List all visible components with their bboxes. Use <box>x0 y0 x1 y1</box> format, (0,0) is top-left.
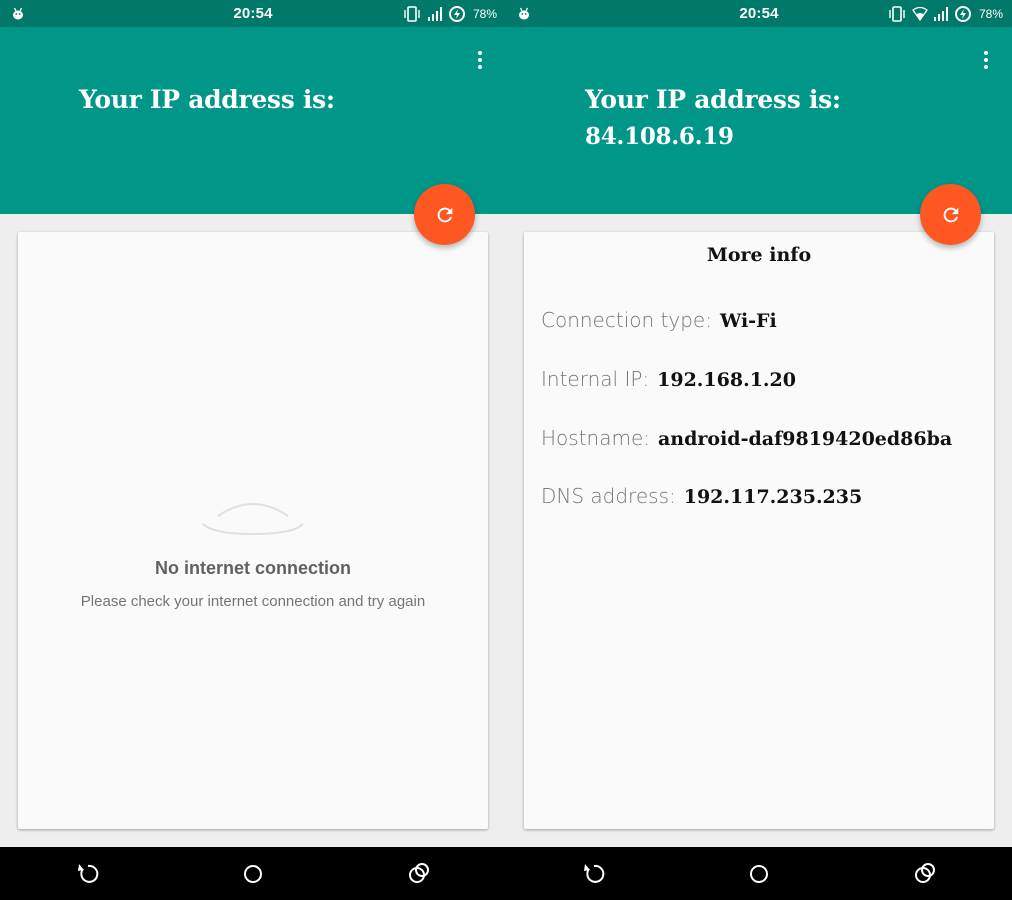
recents-icon[interactable] <box>406 861 432 887</box>
info-label: Hostname: <box>541 426 650 450</box>
battery-percent: 78% <box>472 7 497 21</box>
more-vert-icon[interactable] <box>980 49 992 71</box>
status-bar: 20:54 78% <box>0 0 506 27</box>
more-vert-icon[interactable] <box>474 49 486 71</box>
back-icon[interactable] <box>581 861 607 887</box>
signal-icon <box>427 7 442 21</box>
navigation-bar <box>506 847 1012 900</box>
vibrate-icon <box>404 6 420 22</box>
screen-ip-info: 20:54 78% Your IP address is: 84.108.6.1… <box>506 0 1012 900</box>
refresh-icon <box>437 207 452 222</box>
back-icon[interactable] <box>75 861 101 887</box>
info-row-dns-address: DNS address: 192.117.235.235 <box>541 484 862 508</box>
home-icon[interactable] <box>240 861 266 887</box>
info-row-hostname: Hostname: android-daf9819420ed86ba <box>541 426 952 450</box>
refresh-button[interactable] <box>414 184 475 245</box>
info-row-connection-type: Connection type: Wi-Fi <box>541 308 777 332</box>
info-label: Internal IP: <box>541 367 650 391</box>
vibrate-icon <box>889 6 905 22</box>
info-row-internal-ip: Internal IP: 192.168.1.20 <box>541 367 796 391</box>
error-card: No internet connection Please check your… <box>18 232 488 829</box>
navigation-bar <box>0 847 506 900</box>
more-info-card: More info Connection type: Wi-Fi Internal… <box>524 232 994 829</box>
info-label: Connection type: <box>541 308 712 332</box>
data-saver-icon <box>448 6 465 22</box>
ip-title: Your IP address is: <box>79 85 335 114</box>
ip-title: Your IP address is: <box>585 85 841 114</box>
error-message: Please check your internet connection an… <box>80 593 426 610</box>
info-label: DNS address: <box>541 484 676 508</box>
recents-icon[interactable] <box>912 861 938 887</box>
home-icon[interactable] <box>746 861 772 887</box>
screen-no-connection: 20:54 78% Your IP address is: No interne… <box>0 0 506 900</box>
wifi-icon <box>912 6 928 22</box>
more-info-title: More info <box>706 244 812 266</box>
info-value: 192.117.235.235 <box>683 486 863 508</box>
data-saver-icon <box>954 6 971 22</box>
cloud-offline-icon <box>202 503 304 536</box>
refresh-button[interactable] <box>920 184 981 245</box>
signal-icon <box>933 7 948 21</box>
error-title: No internet connection <box>154 558 351 578</box>
info-value: 192.168.1.20 <box>657 369 796 391</box>
status-bar: 20:54 78% <box>506 0 1012 27</box>
info-value: android-daf9819420ed86ba <box>658 428 953 450</box>
info-value: Wi-Fi <box>719 310 777 332</box>
app-bar: Your IP address is: <box>0 27 506 214</box>
ip-value: 84.108.6.19 <box>585 123 734 150</box>
app-bar: Your IP address is: 84.108.6.19 <box>506 27 1012 214</box>
refresh-icon <box>943 207 958 222</box>
battery-percent: 78% <box>978 7 1003 21</box>
